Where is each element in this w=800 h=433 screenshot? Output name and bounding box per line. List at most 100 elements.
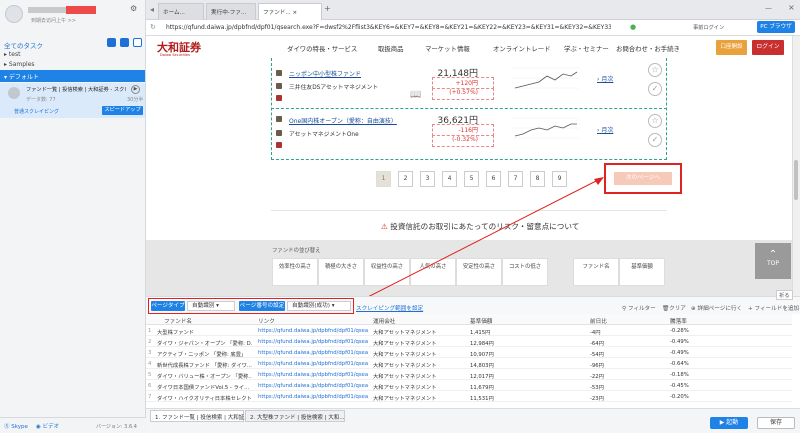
new-folder-icon[interactable] [133, 38, 142, 47]
run-button[interactable]: ▶ 起動 [710, 417, 748, 429]
check-icon[interactable]: ✓ [648, 133, 662, 147]
open-account-button[interactable]: 口座開設 [716, 40, 747, 55]
scrollbar-thumb[interactable] [794, 160, 798, 200]
play-icon[interactable]: ▶ [131, 85, 140, 94]
user-tagline[interactable]: 到期去访问上午 >> [31, 17, 76, 24]
nav-online-trade[interactable]: オンライントレード [493, 44, 551, 53]
task-tab-2[interactable]: 2. 大型株ファンド | 投信検索 | 大和... [245, 410, 345, 422]
table-cell[interactable]: https://qfund.daiwa.jp/dpbfnd/dpf01/qsea… [258, 383, 368, 389]
table-cell[interactable]: 大和アセットマネジメント [373, 350, 468, 358]
skype-link[interactable]: Ⓢ Skype [4, 422, 28, 430]
scrape-range-link[interactable]: スクレイピング範囲を設定 [356, 304, 423, 312]
nav-products[interactable]: 取扱商品 [378, 44, 404, 53]
table-cell[interactable]: 大型株ファンド [157, 328, 252, 336]
nav-market[interactable]: マーケット情報 [425, 44, 470, 53]
tab-home[interactable]: ホーム... [158, 3, 204, 20]
table-cell[interactable]: 12,017円 [470, 372, 565, 380]
nav-contact[interactable]: お問合わせ・お手続き [616, 44, 680, 53]
fund-detail-link-1[interactable]: › 月次 [597, 74, 613, 83]
nav-seminar[interactable]: 学ぶ・セミナー [564, 44, 609, 53]
video-link[interactable]: ◉ ビデオ [36, 422, 59, 430]
normal-scraping-link[interactable]: 普通スクレイピング [14, 108, 59, 115]
goto-detail-button[interactable]: ⊕ 詳細ページに行く [691, 304, 742, 312]
table-cell[interactable]: ダイワ・ハイクオリティ日本株セレクト... [157, 394, 252, 402]
fund-name-2[interactable]: One国内株オープン（愛称：自由演技） [289, 116, 397, 125]
table-cell[interactable]: https://qfund.daiwa.jp/dpbfnd/dpf01/qsea… [258, 372, 368, 378]
tab-running[interactable]: 実行中-ファ... [206, 3, 256, 20]
table-cell[interactable]: 11,531円 [470, 394, 565, 402]
prior-login-link[interactable]: 事前ログイン [693, 24, 724, 31]
speed-up-button[interactable]: スピードアップ [102, 106, 143, 115]
table-cell[interactable]: 大和アセットマネジメント [373, 372, 468, 380]
folder-test[interactable]: ▸ test [4, 51, 20, 58]
table-cell[interactable]: 1,415円 [470, 328, 565, 336]
nav-features[interactable]: ダイワの特長・サービス [287, 44, 357, 53]
table-cell[interactable]: 大和アセットマネジメント [373, 394, 468, 402]
filter-button[interactable]: ⚲ フィルター [622, 304, 656, 312]
fund-type-icon [276, 70, 282, 76]
fold-button[interactable]: 折る [776, 290, 793, 300]
clear-button[interactable]: 🗑クリア [662, 304, 686, 312]
table-cell[interactable]: 大和アセットマネジメント [373, 328, 468, 336]
login-button[interactable]: ログイン [752, 40, 784, 55]
star-icon[interactable]: ☆ [648, 63, 662, 77]
table-cell[interactable]: ダイワ日本国債ファンドVol.5 - ライ... [157, 383, 252, 391]
close-tab-icon[interactable]: × [293, 10, 298, 16]
table-cell[interactable]: 10,907円 [470, 350, 565, 358]
table-cell[interactable]: 12,984円 [470, 339, 565, 347]
avatar[interactable] [5, 5, 23, 23]
table-cell[interactable]: -0.28% [670, 328, 765, 334]
new-tab-icon[interactable]: + [324, 4, 331, 13]
add-field-button[interactable]: + フィールドを追加 [748, 304, 799, 312]
table-cell[interactable]: -0.45% [670, 383, 765, 389]
table-cell[interactable]: アクティブ・ニッポン 「愛称: 底豊」 [157, 350, 252, 358]
col-change-rate[interactable]: 騰落率 [670, 317, 687, 325]
url-input[interactable]: https://qfund.daiwa.jp/dpbfnd/dpf01/qsea… [166, 24, 611, 31]
table-cell[interactable]: -0.64% [670, 361, 765, 367]
table-cell[interactable]: ダイワ・バリュー株・オープン 「愛称... [157, 372, 252, 380]
check-icon[interactable]: ✓ [648, 82, 662, 96]
folder-samples[interactable]: ▸ Samples [4, 61, 35, 68]
save-button[interactable]: 保存 [757, 417, 795, 429]
table-cell[interactable]: https://qfund.daiwa.jp/dpbfnd/dpf01/qsea… [258, 328, 368, 334]
col-fund-name[interactable]: ファンド名 [164, 317, 192, 325]
new-task-icon[interactable] [107, 38, 116, 47]
table-cell[interactable]: -0.49% [670, 339, 765, 345]
table-cell[interactable]: 新世代成長株ファンド 「愛称: ダイワ... [157, 361, 252, 369]
back-icon[interactable]: ◂ [150, 5, 154, 14]
minimize-icon[interactable]: — [765, 4, 772, 12]
tab-fund[interactable]: ファンド... × [258, 3, 322, 20]
table-cell[interactable]: 大和アセットマネジメント [373, 339, 468, 347]
table-cell[interactable]: 大和アセットマネジメント [373, 383, 468, 391]
table-cell[interactable]: https://qfund.daiwa.jp/dpbfnd/dpf01/qsea… [258, 350, 368, 356]
settings-icon[interactable]: ⚙ [130, 4, 137, 13]
page-number-select[interactable]: 自動識別(成功) ▾ [287, 301, 351, 311]
col-company[interactable]: 運用会社 [373, 317, 395, 325]
pc-browser-button[interactable]: PC ブラウザ [757, 21, 795, 33]
table-cell[interactable]: 大和アセットマネジメント [373, 361, 468, 369]
task-tab-1[interactable]: 1. ファンド一覧 | 投信検索 | 大和証... [150, 410, 249, 422]
import-task-icon[interactable] [120, 38, 129, 47]
fund-detail-link-2[interactable]: › 月次 [597, 125, 613, 134]
fund-name-1[interactable]: ニッポン中小型株ファンド [289, 69, 361, 78]
refresh-icon[interactable]: ↻ [150, 23, 156, 31]
col-link[interactable]: リンク [258, 317, 275, 325]
table-cell[interactable]: -0.18% [670, 372, 765, 378]
page-type-select[interactable]: 自動識別 ▾ [187, 301, 235, 311]
star-icon[interactable]: ☆ [648, 114, 662, 128]
table-cell[interactable]: -0.20% [670, 394, 765, 400]
table-cell[interactable]: https://qfund.daiwa.jp/dpbfnd/dpf01/qsea… [258, 394, 368, 400]
table-cell[interactable]: 14,803円 [470, 361, 565, 369]
task-title[interactable]: ファンド一覧 | 投信検索 | 大和証券 - スクレイ... [26, 86, 126, 93]
extension-icon[interactable]: ● [630, 23, 636, 31]
col-nav[interactable]: 基準価額 [470, 317, 492, 325]
back-to-top-button[interactable]: ⌃ TOP [755, 243, 791, 279]
table-cell[interactable]: https://qfund.daiwa.jp/dpbfnd/dpf01/qsea… [258, 361, 368, 367]
close-window-icon[interactable]: × [788, 3, 795, 12]
table-cell[interactable]: 11,679円 [470, 383, 565, 391]
table-cell[interactable]: https://qfund.daiwa.jp/dpbfnd/dpf01/qsea… [258, 339, 368, 345]
table-cell[interactable]: -0.49% [670, 350, 765, 356]
folder-default[interactable]: ▾ デフォルト [0, 70, 145, 82]
table-cell[interactable]: ダイワ・ジャパン・オープン 「愛称: D... [157, 339, 252, 347]
col-daily-change[interactable]: 前日比 [590, 317, 607, 325]
